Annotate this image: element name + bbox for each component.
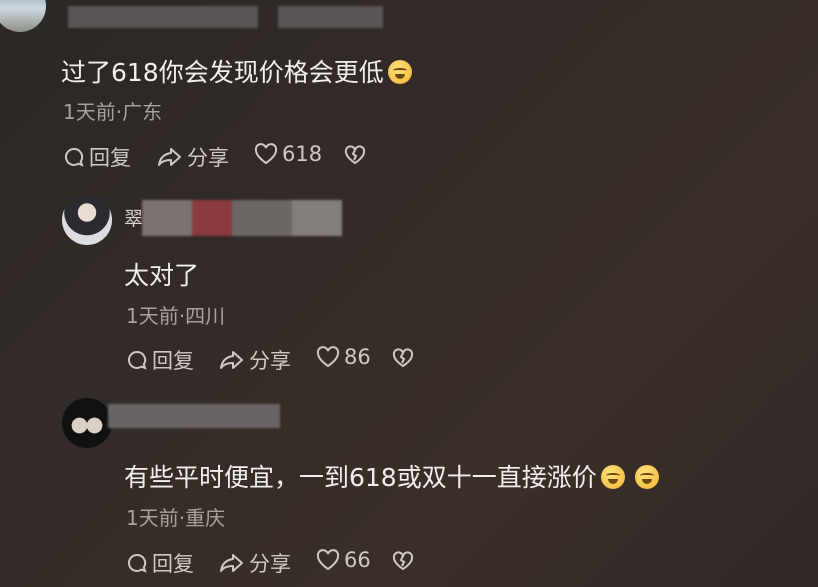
comment-meta: 1天前·四川 [126, 304, 226, 328]
heart-icon [254, 143, 278, 165]
like-count: 86 [344, 345, 371, 369]
share-label: 分享 [187, 146, 229, 170]
username-redacted [68, 6, 258, 28]
share-icon [220, 554, 243, 572]
like-button[interactable]: 66 [316, 548, 371, 572]
share-label: 分享 [249, 349, 291, 373]
avatar[interactable] [62, 195, 112, 245]
reply-button[interactable]: 回复 [126, 345, 194, 375]
broken-heart-icon [392, 551, 414, 571]
broken-heart-icon [392, 348, 414, 368]
reply-icon [128, 553, 147, 573]
heart-icon [316, 346, 340, 368]
emoji-icon [387, 60, 412, 84]
like-button[interactable]: 86 [316, 345, 371, 369]
share-button[interactable]: 分享 [219, 548, 291, 578]
username: 翠 [124, 208, 144, 230]
dislike-button[interactable] [392, 551, 414, 575]
avatar[interactable] [0, 0, 46, 32]
username-redacted [108, 404, 280, 428]
username-redacted-2 [278, 6, 383, 28]
reply-button[interactable]: 回复 [126, 548, 194, 578]
comment-text: 有些平时便宜，一到618或双十一直接涨价 [124, 458, 659, 494]
comment-text: 太对了 [124, 261, 200, 290]
share-label: 分享 [249, 552, 291, 576]
dislike-button[interactable] [392, 348, 414, 372]
reply-icon [128, 350, 147, 370]
reply-label: 回复 [89, 146, 131, 170]
dislike-button[interactable] [344, 145, 366, 169]
avatar[interactable] [62, 398, 112, 448]
heart-icon [316, 549, 340, 571]
share-icon [220, 351, 243, 369]
comment-meta: 1天前·重庆 [126, 506, 226, 530]
share-button[interactable]: 分享 [157, 142, 229, 172]
like-button[interactable]: 618 [254, 142, 322, 166]
reply-icon [65, 147, 84, 167]
like-count: 66 [344, 548, 371, 572]
emoji-icon [600, 465, 625, 489]
comment-text: 过了618你会发现价格会更低 [61, 53, 412, 89]
comment-meta: 1天前·广东 [63, 100, 163, 124]
reply-label: 回复 [152, 552, 194, 576]
reply-label: 回复 [152, 349, 194, 373]
share-icon [158, 148, 181, 166]
emoji-icon [634, 465, 659, 489]
username-redacted [142, 200, 342, 236]
like-count: 618 [282, 142, 323, 166]
broken-heart-icon [344, 145, 366, 165]
share-button[interactable]: 分享 [219, 345, 291, 375]
reply-button[interactable]: 回复 [63, 142, 131, 172]
